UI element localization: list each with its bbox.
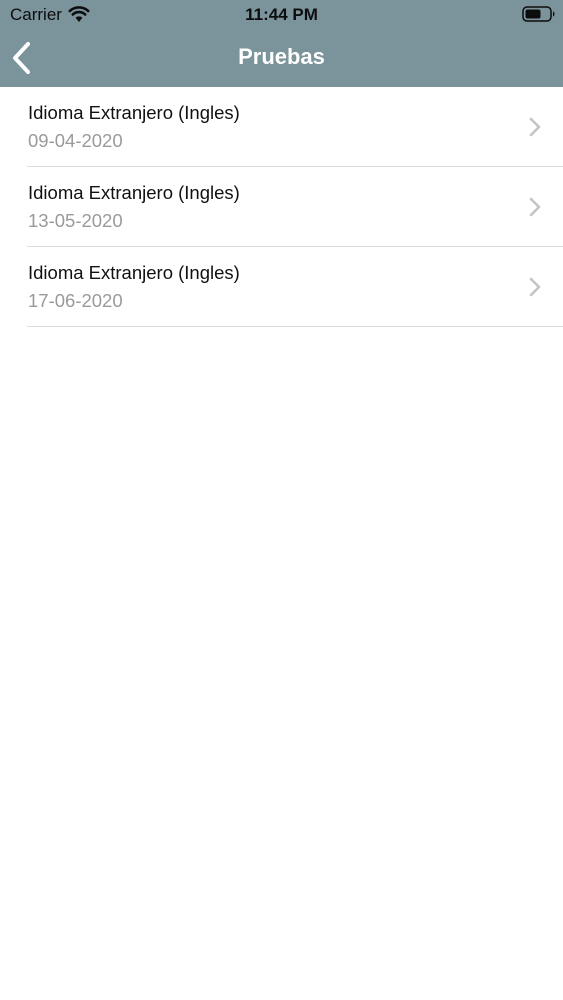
test-date: 17-06-2020 xyxy=(28,290,123,311)
chevron-right-icon xyxy=(529,197,541,217)
header: Carrier 11:44 PM Pruebas xyxy=(0,0,563,87)
status-time: 11:44 PM xyxy=(245,5,318,24)
list-item[interactable]: Idioma Extranjero (Ingles) 13-05-2020 xyxy=(0,167,563,247)
test-name: Idioma Extranjero (Ingles) xyxy=(28,102,240,123)
page-title: Pruebas xyxy=(238,44,325,69)
test-name: Idioma Extranjero (Ingles) xyxy=(28,182,240,203)
navigation-bar: Pruebas xyxy=(0,30,563,87)
row-divider xyxy=(27,326,563,327)
chevron-right-icon xyxy=(529,277,541,297)
test-name: Idioma Extranjero (Ingles) xyxy=(28,262,240,283)
tests-list: Idioma Extranjero (Ingles) 09-04-2020 Id… xyxy=(0,87,563,327)
list-item[interactable]: Idioma Extranjero (Ingles) 17-06-2020 xyxy=(0,247,563,327)
battery-icon xyxy=(522,6,555,22)
list-item[interactable]: Idioma Extranjero (Ingles) 09-04-2020 xyxy=(0,87,563,167)
test-date: 13-05-2020 xyxy=(28,210,123,231)
test-date: 09-04-2020 xyxy=(28,130,123,151)
chevron-right-icon xyxy=(529,117,541,137)
status-bar: Carrier 11:44 PM xyxy=(0,0,563,30)
